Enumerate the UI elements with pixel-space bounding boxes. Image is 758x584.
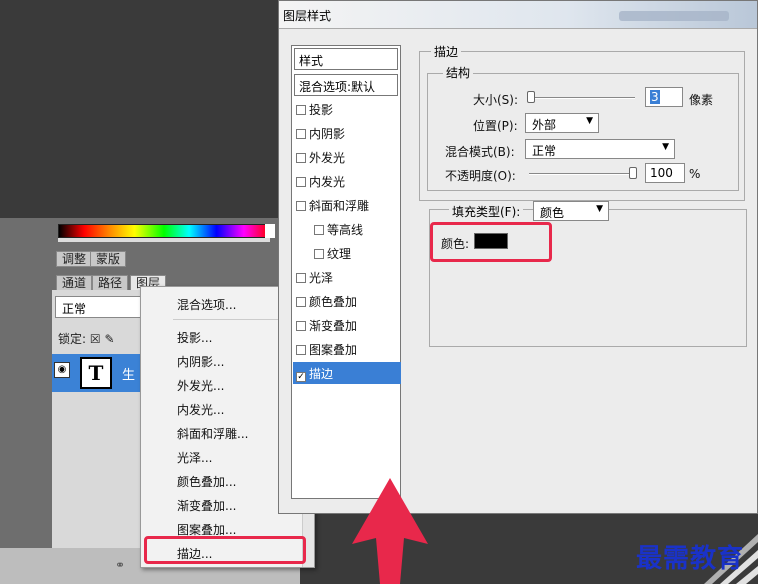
checkbox-icon[interactable] — [296, 321, 306, 331]
opacity-input[interactable]: 100 — [645, 163, 685, 183]
checkbox-icon[interactable] — [314, 249, 324, 259]
checked-checkbox-icon[interactable]: ✓ — [296, 372, 306, 382]
tab-adjustments[interactable]: 调整 — [56, 251, 93, 267]
chevron-down-icon: ▼ — [586, 116, 593, 126]
opacity-slider-thumb[interactable] — [629, 167, 637, 179]
watermark-text: 最需教育 — [636, 544, 745, 574]
blending-options-item[interactable]: 混合选项:默认 — [294, 74, 398, 96]
style-item-color-overlay[interactable]: 颜色叠加 — [296, 290, 398, 312]
tab-masks[interactable]: 蒙版 — [90, 251, 127, 267]
menu-item-inner-glow[interactable]: 内发光... — [177, 401, 224, 418]
styles-header[interactable]: 样式 — [294, 48, 398, 70]
size-slider-thumb[interactable] — [527, 91, 535, 103]
style-item-inner-shadow[interactable]: 内阴影 — [296, 122, 398, 144]
style-item-stroke[interactable]: ✓ 描边 — [293, 362, 401, 384]
position-label: 位置(P): — [473, 119, 518, 133]
menu-item-bevel-emboss[interactable]: 斜面和浮雕... — [177, 425, 248, 442]
fill-type-select[interactable]: 颜色 ▼ — [533, 201, 609, 221]
fill-type-label: 填充类型(F): — [449, 203, 524, 220]
size-label: 大小(S): — [473, 93, 519, 107]
checkbox-icon[interactable] — [296, 153, 306, 163]
opacity-label: 不透明度(O): — [445, 169, 516, 183]
styles-list: 样式 混合选项:默认 投影 内阴影 外发光 内发光 斜面和浮雕 等高线 纹理 光… — [291, 45, 401, 499]
menu-item-drop-shadow[interactable]: 投影... — [177, 329, 212, 346]
blend-mode-select[interactable]: 正常 ▼ — [525, 139, 675, 159]
style-item-bevel-emboss[interactable]: 斜面和浮雕 — [296, 194, 398, 216]
layer-name[interactable]: 生 — [122, 364, 135, 383]
structure-group-title: 结构 — [443, 64, 474, 81]
swatches-gradient-bar[interactable] — [58, 224, 270, 238]
visibility-eye-icon[interactable]: ◉ — [54, 362, 70, 378]
lock-brush-icon[interactable]: ✎ — [104, 332, 114, 346]
menu-item-satin[interactable]: 光泽... — [177, 449, 212, 466]
menu-item-blending-options[interactable]: 混合选项... — [177, 296, 236, 313]
lock-transparency-icon[interactable]: ☒ — [90, 332, 101, 346]
checkbox-icon[interactable] — [296, 345, 306, 355]
stroke-group-title: 描边 — [431, 43, 462, 60]
lock-row: 锁定: ☒ ✎ — [58, 330, 115, 347]
menu-item-outer-glow[interactable]: 外发光... — [177, 377, 224, 394]
swatches-strip — [58, 238, 270, 242]
position-select[interactable]: 外部 ▼ — [525, 113, 599, 133]
style-item-pattern-overlay[interactable]: 图案叠加 — [296, 338, 398, 360]
red-arrow-icon — [352, 478, 428, 584]
checkbox-icon[interactable] — [296, 201, 306, 211]
size-unit: 像素 — [689, 93, 714, 107]
tab-channels[interactable]: 通道 — [56, 275, 93, 291]
dialog-title: 图层样式 — [283, 9, 332, 23]
lock-label: 锁定: — [58, 332, 87, 346]
style-item-drop-shadow[interactable]: 投影 — [296, 98, 398, 120]
checkbox-icon[interactable] — [296, 129, 306, 139]
opacity-slider-track[interactable] — [529, 173, 637, 175]
titlebar-close-area[interactable] — [619, 11, 729, 21]
checkbox-icon[interactable] — [296, 297, 306, 307]
chevron-down-icon: ▼ — [596, 204, 603, 214]
stroke-menu-highlight — [144, 536, 306, 564]
style-item-satin[interactable]: 光泽 — [296, 266, 398, 288]
style-item-texture[interactable]: 纹理 — [314, 242, 398, 264]
chevron-down-icon: ▼ — [662, 142, 669, 152]
checkbox-icon[interactable] — [296, 105, 306, 115]
style-item-outer-glow[interactable]: 外发光 — [296, 146, 398, 168]
size-slider-track[interactable] — [527, 97, 635, 99]
layer-blend-mode-select[interactable]: 正常 — [55, 296, 147, 318]
checkbox-icon[interactable] — [314, 225, 324, 235]
menu-item-color-overlay[interactable]: 颜色叠加... — [177, 473, 236, 490]
text-layer-thumbnail[interactable]: T — [80, 357, 112, 389]
opacity-unit: % — [689, 167, 701, 181]
style-item-inner-glow[interactable]: 内发光 — [296, 170, 398, 192]
menu-item-inner-shadow[interactable]: 内阴影... — [177, 353, 224, 370]
color-highlight — [430, 222, 552, 262]
size-input[interactable]: 3 — [645, 87, 683, 107]
blend-mode-label: 混合模式(B): — [445, 145, 515, 159]
link-layers-icon[interactable]: ⚭ — [115, 558, 125, 572]
swatch-white[interactable] — [265, 224, 275, 238]
checkbox-icon[interactable] — [296, 177, 306, 187]
menu-item-gradient-overlay[interactable]: 渐变叠加... — [177, 497, 236, 514]
style-item-contour[interactable]: 等高线 — [314, 218, 398, 240]
style-item-gradient-overlay[interactable]: 渐变叠加 — [296, 314, 398, 336]
tab-paths[interactable]: 路径 — [92, 275, 129, 291]
checkbox-icon[interactable] — [296, 273, 306, 283]
